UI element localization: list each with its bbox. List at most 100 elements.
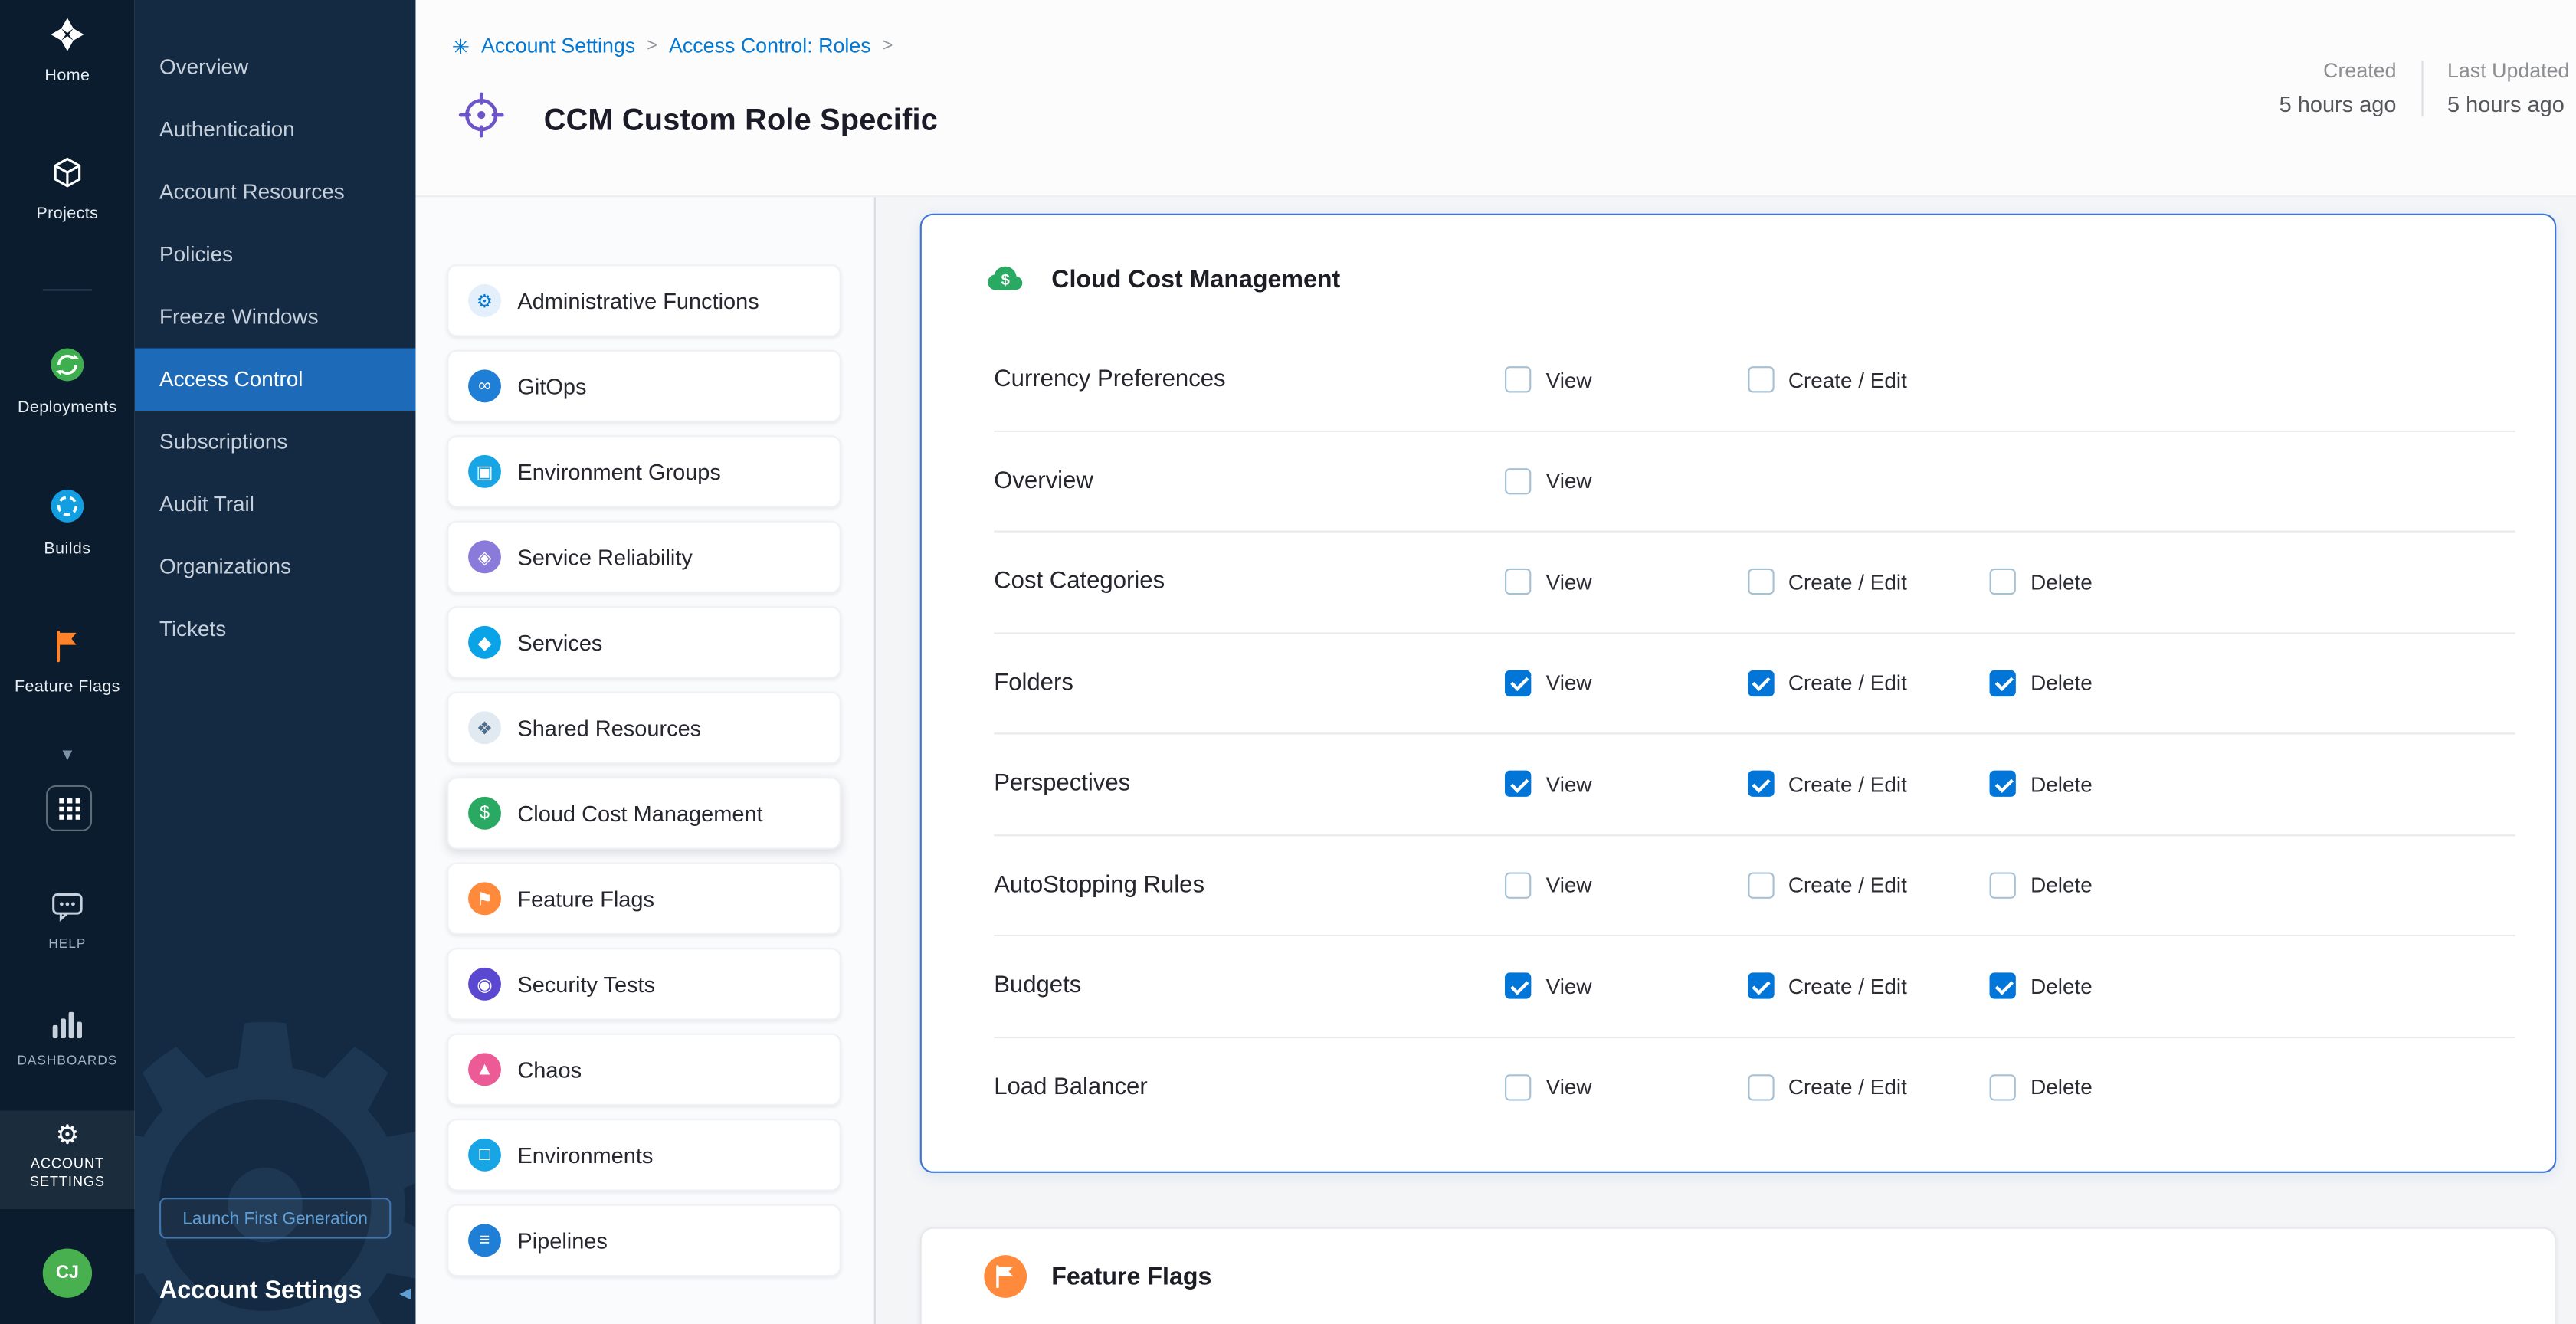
role-target-icon	[457, 90, 506, 148]
rail-item-label: HELP	[48, 936, 86, 951]
permission-checkbox-label: Create / Edit	[1788, 670, 1907, 695]
resource-category-administrative-functions[interactable]: ⚙ Administrative Functions	[447, 264, 841, 336]
breadcrumb-link-roles[interactable]: Access Control: Roles	[669, 34, 871, 57]
permission-checkbox-label: Delete	[2030, 873, 2093, 897]
permission-checkbox[interactable]	[1747, 569, 1773, 595]
permission-checkbox[interactable]	[1505, 569, 1531, 595]
rail-item-label: ACCOUNTSETTINGS	[30, 1155, 105, 1192]
permission-checkbox[interactable]	[1505, 872, 1531, 898]
rail-item-help[interactable]: HELP	[0, 892, 135, 951]
created-value: 5 hours ago	[2279, 92, 2397, 116]
resource-category-chaos[interactable]: ▲ Chaos	[447, 1034, 841, 1106]
sidebar-item-account-resources[interactable]: Account Resources	[135, 161, 416, 223]
sidebar-item-organizations[interactable]: Organizations	[135, 536, 416, 598]
cloud-dollar-icon: $	[984, 258, 1027, 301]
rail-item-builds[interactable]: Builds	[0, 487, 135, 559]
permission-checkbox[interactable]	[1990, 973, 2016, 999]
permission-checkbox[interactable]	[1505, 670, 1531, 696]
resource-category-label: Environments	[517, 1142, 653, 1167]
permission-cells: View Create / Edit Delete	[1505, 872, 2232, 898]
rail-item-label: Home	[44, 67, 90, 86]
chevron-down-icon[interactable]: ▾	[0, 742, 135, 765]
rail-item-home[interactable]: Home	[0, 16, 135, 85]
flag-icon	[49, 628, 85, 672]
rail-item-label: Projects	[36, 205, 98, 224]
permission-cell-load-balancer-create-edit: Create / Edit	[1747, 1074, 1989, 1100]
permission-cell-currency-preferences-create-edit: Create / Edit	[1747, 367, 1989, 393]
rail-item-deployments[interactable]: Deployments	[0, 345, 135, 417]
resource-category-service-reliability[interactable]: ◈ Service Reliability	[447, 521, 841, 593]
module-rail: Home Projects Deployments Builds F	[0, 0, 135, 1324]
collapse-sidebar-icon[interactable]: ◀	[399, 1285, 411, 1303]
permission-checkbox[interactable]	[1747, 367, 1773, 393]
resource-category-environment-groups[interactable]: ▣ Environment Groups	[447, 435, 841, 507]
permission-checkbox[interactable]	[1505, 1074, 1531, 1100]
breadcrumb-link-account-settings[interactable]: Account Settings	[481, 34, 635, 57]
resource-category-gitops[interactable]: ∞ GitOps	[447, 350, 841, 422]
rail-item-label: Deployments	[18, 399, 117, 418]
rail-item-label: Feature Flags	[15, 679, 120, 697]
resource-category-feature-flags[interactable]: ⚑ Feature Flags	[447, 863, 841, 935]
resource-category-cloud-cost-management[interactable]: $ Cloud Cost Management	[447, 777, 841, 849]
permission-cell-budgets-delete: Delete	[1990, 973, 2232, 999]
sidebar-item-label: Authentication	[159, 116, 295, 141]
gear-icon: ⚙	[56, 1124, 80, 1150]
sidebar-item-overview[interactable]: Overview	[135, 36, 416, 98]
sidebar-item-audit-trail[interactable]: Audit Trail	[135, 474, 416, 536]
rail-item-profile[interactable]: CJ	[0, 1249, 135, 1298]
permission-checkbox[interactable]	[1747, 872, 1773, 898]
launch-first-generation-button[interactable]: Launch First Generation	[159, 1198, 391, 1239]
resource-category-environments[interactable]: □ Environments	[447, 1119, 841, 1191]
permission-checkbox[interactable]	[1505, 468, 1531, 494]
permission-checkbox[interactable]	[1990, 771, 2016, 797]
permission-cell-folders-create-edit: Create / Edit	[1747, 670, 1989, 696]
permission-checkbox[interactable]	[1505, 367, 1531, 393]
rail-item-projects[interactable]: Projects	[0, 155, 135, 224]
sidebar-item-access-control[interactable]: Access Control	[135, 349, 416, 411]
sidebar-item-subscriptions[interactable]: Subscriptions	[135, 411, 416, 473]
sidebar-item-authentication[interactable]: Authentication	[135, 99, 416, 161]
resource-category-pipelines[interactable]: ≡ Pipelines	[447, 1204, 841, 1276]
resource-category-label: Feature Flags	[517, 886, 654, 911]
sidebar-item-label: Organizations	[159, 554, 291, 578]
service-reliability-icon: ◈	[468, 540, 501, 573]
permission-resource-name: Budgets	[994, 973, 1505, 999]
permission-checkbox-label: Delete	[2030, 974, 2093, 998]
permission-cells: View	[1505, 468, 1747, 494]
rail-item-dashboards[interactable]: DASHBOARDS	[0, 1012, 135, 1068]
gear-watermark-icon: ⚙	[135, 962, 416, 1324]
breadcrumb-separator: >	[647, 36, 657, 56]
permission-checkbox-label: View	[1546, 368, 1592, 392]
rail-item-feature-flags[interactable]: Feature Flags	[0, 628, 135, 696]
permission-checkbox[interactable]	[1747, 670, 1773, 696]
section-title: Cloud Cost Management	[1051, 265, 1340, 293]
updated-value: 5 hours ago	[2447, 92, 2565, 116]
sidebar-item-tickets[interactable]: Tickets	[135, 598, 416, 660]
sidebar-item-freeze-windows[interactable]: Freeze Windows	[135, 286, 416, 348]
permission-checkbox[interactable]	[1990, 670, 2016, 696]
permission-checkbox[interactable]	[1990, 872, 2016, 898]
sidebar-title: Account Settings	[159, 1276, 362, 1304]
permission-checkbox[interactable]	[1990, 569, 2016, 595]
permission-checkbox[interactable]	[1747, 771, 1773, 797]
module-grid-button[interactable]	[46, 785, 92, 831]
sidebar-item-policies[interactable]: Policies	[135, 224, 416, 286]
permission-row-budgets: Budgets View Create / Edit Delete	[994, 936, 2515, 1037]
rail-item-account-settings[interactable]: ⚙ ACCOUNTSETTINGS	[0, 1110, 135, 1209]
resource-category-services[interactable]: ◆ Services	[447, 606, 841, 678]
permission-cell-cost-categories-delete: Delete	[1990, 569, 2232, 595]
sidebar-item-label: Policies	[159, 241, 233, 266]
cloud-dollar-icon: $	[468, 797, 501, 830]
permission-checkbox[interactable]	[1747, 973, 1773, 999]
resource-category-shared-resources[interactable]: ❖ Shared Resources	[447, 692, 841, 764]
permission-checkbox[interactable]	[1747, 1074, 1773, 1100]
app-root: Home Projects Deployments Builds F	[0, 0, 2576, 1324]
permission-checkbox[interactable]	[1505, 771, 1531, 797]
permission-checkbox[interactable]	[1990, 1074, 2016, 1100]
avatar[interactable]: CJ	[43, 1249, 92, 1298]
cloud-cost-management-card: $ Cloud Cost Management Currency Prefere…	[920, 214, 2557, 1173]
resource-category-security-tests[interactable]: ◉ Security Tests	[447, 948, 841, 1020]
sidebar-item-label: Overview	[159, 54, 248, 79]
permission-checkbox[interactable]	[1505, 973, 1531, 999]
permission-cell-load-balancer-delete: Delete	[1990, 1074, 2232, 1100]
